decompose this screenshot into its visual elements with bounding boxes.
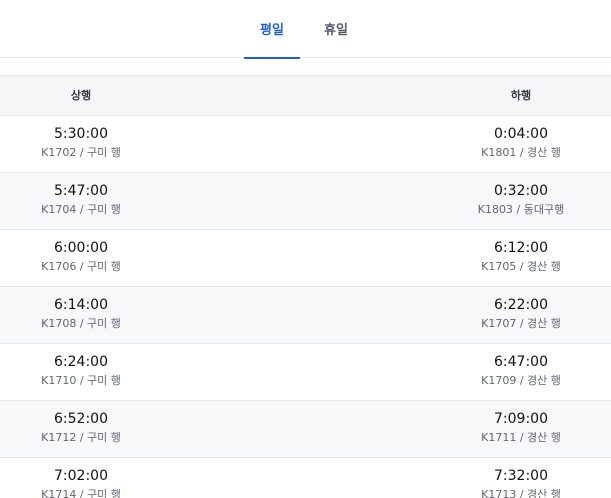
down-cell: 6:47:00 K1709 / 경산 행 [451,344,591,389]
up-cell: 5:47:00 K1704 / 구미 행 [11,173,151,218]
table-row: 5:47:00 K1704 / 구미 행 0:32:00 K1803 / 동대구… [0,173,611,230]
train-info: K1801 / 경산 행 [481,146,561,159]
train-info: K1705 / 경산 행 [481,260,561,273]
timetable-rows: 5:30:00 K1702 / 구미 행 0:04:00 K1801 / 경산 … [0,116,611,498]
active-tab-indicator [244,57,300,59]
down-cell: 0:04:00 K1801 / 경산 행 [451,116,591,161]
train-info: K1704 / 구미 행 [41,203,121,216]
departure-time: 6:14:00 [54,297,108,313]
train-info: K1711 / 경산 행 [481,431,561,444]
tab-weekday[interactable]: 평일 [244,0,300,59]
up-cell: 6:14:00 K1708 / 구미 행 [11,287,151,332]
train-info: K1803 / 동대구행 [477,203,565,216]
down-cell: 0:32:00 K1803 / 동대구행 [451,173,591,218]
departure-time: 6:24:00 [54,354,108,370]
up-cell: 6:52:00 K1712 / 구미 행 [11,401,151,446]
up-cell: 6:24:00 K1710 / 구미 행 [11,344,151,389]
down-cell: 7:09:00 K1711 / 경산 행 [451,401,591,446]
departure-time: 6:52:00 [54,411,108,427]
departure-time: 6:47:00 [494,354,548,370]
train-info: K1707 / 경산 행 [481,317,561,330]
departure-time: 6:22:00 [494,297,548,313]
train-info: K1706 / 구미 행 [41,260,121,273]
train-info: K1712 / 구미 행 [41,431,121,444]
table-row: 6:52:00 K1712 / 구미 행 7:09:00 K1711 / 경산 … [0,401,611,458]
departure-time: 5:47:00 [54,183,108,199]
train-info: K1709 / 경산 행 [481,374,561,387]
column-header-down: 하행 [510,89,532,102]
table-row: 6:24:00 K1710 / 구미 행 6:47:00 K1709 / 경산 … [0,344,611,401]
tab-weekday-label: 평일 [260,23,284,38]
departure-time: 5:30:00 [54,126,108,142]
up-cell: 6:00:00 K1706 / 구미 행 [11,230,151,275]
departure-time: 6:00:00 [54,240,108,256]
departure-time: 7:32:00 [494,468,548,484]
train-info: K1708 / 구미 행 [41,317,121,330]
table-row: 6:14:00 K1708 / 구미 행 6:22:00 K1707 / 경산 … [0,287,611,344]
train-info: K1710 / 구미 행 [41,374,121,387]
day-type-tabs: 평일 휴일 [0,0,611,59]
departure-time: 0:32:00 [494,183,548,199]
train-info: K1713 / 경산 행 [481,488,561,498]
table-row: 7:02:00 K1714 / 구미 행 7:32:00 K1713 / 경산 … [0,458,611,498]
tab-holiday-label: 휴일 [324,23,348,38]
timetable-header: 상행 하행 [0,75,611,116]
departure-time: 6:12:00 [494,240,548,256]
departure-time: 0:04:00 [494,126,548,142]
down-cell: 6:22:00 K1707 / 경산 행 [451,287,591,332]
train-info: K1702 / 구미 행 [41,146,121,159]
departure-time: 7:09:00 [494,411,548,427]
down-cell: 7:32:00 K1713 / 경산 행 [451,458,591,498]
up-cell: 7:02:00 K1714 / 구미 행 [11,458,151,498]
departure-time: 7:02:00 [54,468,108,484]
column-header-up: 상행 [70,89,92,102]
timetable-page: 평일 휴일 상행 하행 5:30:00 K1702 / 구미 행 0:04:00… [0,0,611,498]
table-row: 5:30:00 K1702 / 구미 행 0:04:00 K1801 / 경산 … [0,116,611,173]
tab-holiday[interactable]: 휴일 [308,0,364,58]
train-info: K1714 / 구미 행 [41,488,121,498]
table-row: 6:00:00 K1706 / 구미 행 6:12:00 K1705 / 경산 … [0,230,611,287]
up-cell: 5:30:00 K1702 / 구미 행 [11,116,151,161]
down-cell: 6:12:00 K1705 / 경산 행 [451,230,591,275]
